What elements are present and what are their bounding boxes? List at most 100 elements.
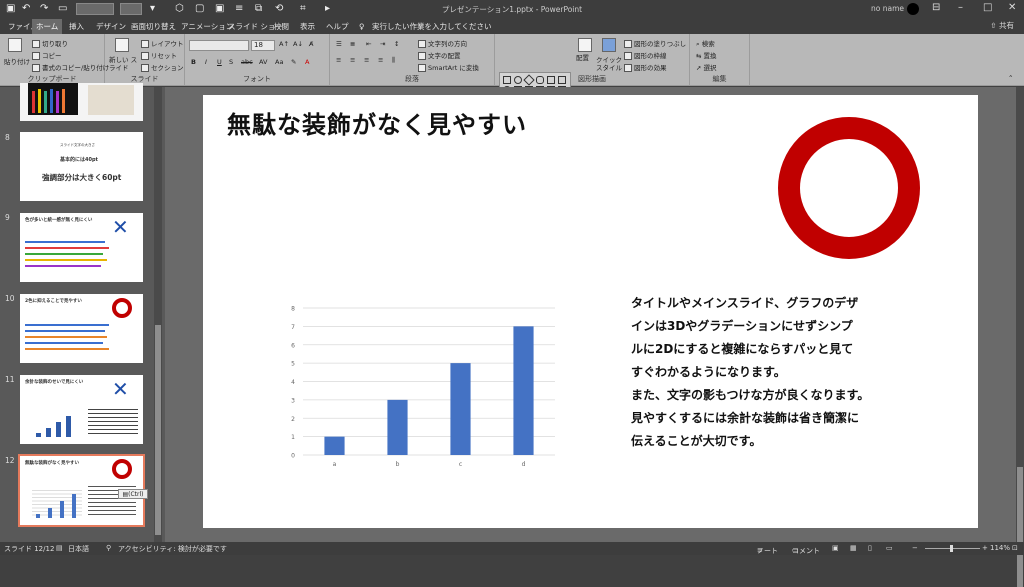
language[interactable]: 日本語	[68, 544, 89, 554]
zoom-level[interactable]: 114%	[990, 544, 1010, 552]
tab-transitions[interactable]: 画面切り替え	[127, 19, 180, 34]
shadow-icon[interactable]: S	[229, 58, 233, 66]
align-center-icon[interactable]: ≡	[350, 56, 355, 64]
slideshow-view-icon[interactable]: ▭	[886, 544, 893, 552]
format-painter-button[interactable]: 書式のコピー/貼り付け	[32, 62, 109, 72]
smartart-button[interactable]: SmartArt に変換	[418, 62, 479, 72]
scrollbar-thumb[interactable]	[1017, 467, 1023, 587]
circle-mark-shape[interactable]	[778, 117, 920, 259]
shrink-font-icon[interactable]: A↓	[293, 40, 303, 48]
align-left-icon[interactable]: ≡	[336, 56, 341, 64]
normal-view-icon[interactable]: ▣	[832, 544, 839, 552]
diamond-shape-icon[interactable]	[523, 74, 535, 86]
bar-chart[interactable]: 0 1 2 3 4 5 6 7 8 a b c d	[283, 300, 563, 480]
cut-button[interactable]: 切り取り	[32, 38, 68, 48]
section-button[interactable]: セクション	[141, 62, 184, 72]
line-spacing-icon[interactable]: ↕	[394, 40, 399, 48]
avatar[interactable]	[907, 3, 919, 15]
slide-title[interactable]: 無駄な装飾がなく見やすい	[227, 105, 527, 140]
y-tick-label: 6	[291, 342, 295, 349]
shape-effects-button[interactable]: 図形の効果	[624, 62, 667, 72]
case-icon[interactable]: Aa	[275, 58, 283, 66]
oval-shape-icon[interactable]	[514, 76, 522, 84]
share-button[interactable]: ⇧ 共有	[990, 20, 1014, 31]
thumbnail-11[interactable]: 余計な装飾のせいで見にくい ✕	[20, 375, 143, 444]
zoom-knob[interactable]	[950, 545, 953, 552]
align-text-button[interactable]: 文字の配置	[418, 50, 461, 60]
collapse-ribbon-icon[interactable]: ⌃	[1008, 74, 1013, 82]
arrange-icon-large[interactable]	[578, 38, 592, 52]
underline-icon[interactable]: U	[217, 58, 222, 66]
indent-dec-icon[interactable]: ⇤	[366, 40, 371, 48]
numbering-icon[interactable]: ≣	[350, 40, 355, 48]
body-textbox[interactable]: タイトルやメインスライド、グラフのデザ インは3Dやグラデーションにせずシンプ …	[631, 292, 931, 453]
minimize-icon[interactable]: –	[958, 2, 963, 13]
thumbnail-10[interactable]: 2色に抑えることで見やすい	[20, 294, 143, 363]
tell-me-icon[interactable]: ♀	[355, 19, 369, 34]
sorter-view-icon[interactable]: ▦	[850, 544, 857, 552]
line-shape-icon[interactable]	[547, 76, 555, 84]
italic-icon[interactable]: I	[205, 58, 207, 66]
tab-view[interactable]: 表示	[296, 19, 319, 34]
font-size-input[interactable]: 18	[251, 40, 275, 51]
quick-styles-icon[interactable]	[602, 38, 616, 52]
layout-button[interactable]: レイアウト	[141, 38, 184, 48]
font-name-input[interactable]	[189, 40, 249, 51]
spacing-icon[interactable]: AV	[259, 58, 267, 66]
tab-insert[interactable]: 挿入	[65, 19, 88, 34]
spellcheck-icon[interactable]: ▤	[56, 544, 63, 552]
scrollbar-thumb[interactable]	[155, 325, 161, 535]
thumbnail-7[interactable]	[20, 83, 143, 121]
rect-shape-icon[interactable]	[503, 76, 511, 84]
tab-review[interactable]: 校閲	[270, 19, 293, 34]
clear-format-icon[interactable]: A̸	[309, 40, 313, 48]
circle-mark-icon	[112, 459, 132, 479]
indent-inc-icon[interactable]: ⇥	[380, 40, 385, 48]
paste-icon[interactable]	[8, 38, 22, 52]
select-button[interactable]: ➚ 選択	[696, 62, 717, 72]
shape-outline-button[interactable]: 図形の枠線	[624, 50, 667, 60]
ribbon-display-icon[interactable]: ⊟	[932, 2, 940, 13]
reset-button[interactable]: リセット	[141, 50, 177, 60]
close-icon[interactable]: ✕	[1008, 2, 1016, 13]
replace-button[interactable]: ⇆ 置換	[696, 50, 717, 60]
thumbnail-8[interactable]: スライド文字の大きさ 基本的には40pt 強調部分は大きく60pt	[20, 132, 143, 201]
tell-me-input[interactable]: 実行したい作業を入力してください	[368, 19, 496, 34]
accessibility-icon[interactable]: ⚲	[106, 544, 111, 552]
paste-options-tag[interactable]: ▤(Ctrl)	[118, 489, 148, 499]
strike-icon[interactable]: abc	[241, 58, 253, 66]
tab-design[interactable]: デザイン	[92, 19, 130, 34]
select-label: 選択	[703, 64, 717, 72]
tab-home[interactable]: ホーム	[32, 19, 63, 34]
paste-button[interactable]: 貼り付け	[4, 56, 30, 66]
thumbnail-scrollbar[interactable]	[154, 87, 162, 542]
shape-fill-button[interactable]: 図形の塗りつぶし	[624, 38, 686, 48]
justify-icon[interactable]: ≡	[378, 56, 383, 64]
zoom-in-icon[interactable]: +	[982, 544, 988, 552]
arrow-shape-icon[interactable]	[558, 76, 566, 84]
slide-12[interactable]: 無駄な装飾がなく見やすい 0 1 2 3 4 5 6 7 8 a b c d タイトルやメインスライド、…	[203, 95, 978, 528]
text-direction-button[interactable]: 文字列の方向	[418, 38, 467, 48]
fit-slide-icon[interactable]: ⊡	[1012, 544, 1018, 552]
new-slide-icon[interactable]	[115, 38, 129, 52]
new-slide-button[interactable]: 新しい スライド	[109, 56, 139, 72]
grow-font-icon[interactable]: A↑	[279, 40, 289, 48]
zoom-out-icon[interactable]: −	[912, 544, 918, 552]
reading-view-icon[interactable]: ▯	[868, 544, 872, 552]
tab-help[interactable]: ヘルプ	[322, 19, 353, 34]
bullets-icon[interactable]: ☰	[336, 40, 342, 48]
align-right-icon[interactable]: ≡	[364, 56, 369, 64]
copy-button[interactable]: コピー	[32, 50, 62, 60]
maximize-icon[interactable]: □	[983, 2, 992, 13]
font-color-icon[interactable]: A	[305, 58, 309, 66]
rounded-rect-shape-icon[interactable]	[536, 76, 544, 84]
user-name[interactable]: no name	[871, 4, 904, 13]
highlight-icon[interactable]: ✎	[291, 58, 296, 66]
slide-scrollbar[interactable]	[1016, 87, 1024, 587]
find-button[interactable]: ⌕ 検索	[696, 38, 715, 49]
arrange-button[interactable]: 配置	[576, 52, 594, 62]
accessibility-status[interactable]: アクセシビリティ: 検討が必要です	[118, 544, 227, 554]
columns-icon[interactable]: ⫼	[392, 56, 395, 65]
thumbnail-9[interactable]: 色が多いと統一感が無く見にくい ✕	[20, 213, 143, 282]
bold-icon[interactable]: B	[191, 58, 196, 66]
